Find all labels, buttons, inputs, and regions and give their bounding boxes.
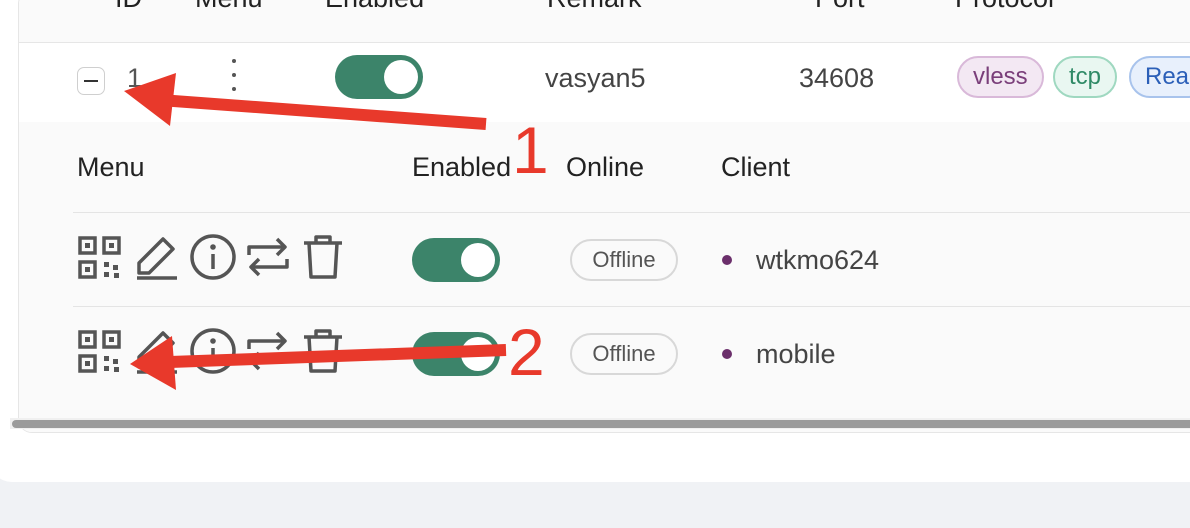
annotation-arrow-2: [130, 336, 507, 390]
annotation-arrow-1: [124, 73, 487, 130]
annotation-label-1: 1: [512, 113, 549, 187]
annotation-overlay: [124, 73, 507, 390]
annotation-label-2: 2: [508, 315, 545, 389]
